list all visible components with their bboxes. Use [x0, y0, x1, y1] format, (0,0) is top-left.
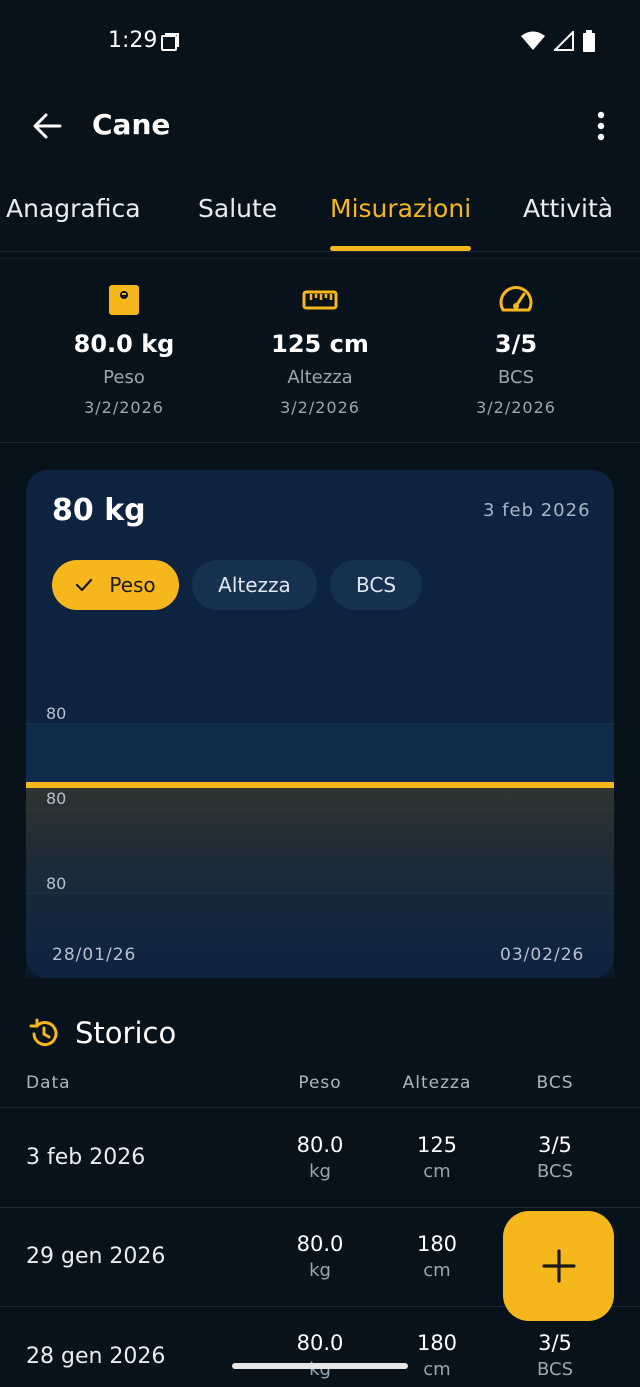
summary-divider — [0, 442, 640, 443]
row-weight: 80.0 kg — [260, 1133, 380, 1182]
row-height: 125 cm — [377, 1133, 497, 1182]
history-title: Storico — [75, 1016, 177, 1050]
chip-peso[interactable]: Peso — [52, 560, 179, 610]
row-bcs-unit: BCS — [536, 1161, 574, 1182]
tabs-divider — [0, 251, 640, 252]
scale-icon — [106, 282, 142, 318]
row-weight: 80.0 kg — [260, 1232, 380, 1281]
summary-weight-label: Peso — [103, 367, 145, 388]
row-height-value: 125 — [416, 1133, 458, 1157]
y-tick-label: 80 — [46, 789, 67, 808]
chip-altezza[interactable]: Altezza — [192, 560, 317, 610]
chart-upper-band — [26, 724, 614, 785]
more-vert-icon — [597, 111, 605, 141]
chip-peso-label: Peso — [109, 573, 156, 597]
row-bcs: 3/5 BCS — [495, 1133, 615, 1182]
chip-altezza-label: Altezza — [218, 573, 291, 597]
check-icon — [76, 578, 93, 592]
row-weight-value: 80.0 — [296, 1331, 344, 1355]
row-bcs-unit: BCS — [536, 1359, 574, 1380]
add-measurement-button[interactable] — [503, 1211, 614, 1321]
screen-record-icon — [160, 32, 180, 52]
tab-anagrafica[interactable]: Anagrafica — [6, 194, 141, 223]
row-date: 29 gen 2026 — [26, 1244, 166, 1269]
tab-misurazioni[interactable]: Misurazioni — [330, 194, 471, 223]
summary-height-date: 3/2/2026 — [280, 398, 360, 417]
col-header-weight: Peso — [298, 1073, 342, 1093]
row-height-unit: cm — [423, 1260, 451, 1281]
row-date: 28 gen 2026 — [26, 1344, 166, 1369]
row-bcs: 3/5 BCS — [495, 1331, 615, 1380]
status-icons — [520, 29, 596, 56]
row-weight-value: 80.0 — [296, 1133, 344, 1157]
tab-salute[interactable]: Salute — [198, 194, 277, 223]
page-title: Cane — [92, 108, 171, 141]
chip-bcs-label: BCS — [355, 573, 397, 597]
summary-weight-value: 80.0 kg — [73, 330, 175, 358]
row-weight-unit: kg — [309, 1260, 331, 1281]
row-weight-value: 80.0 — [296, 1232, 344, 1256]
wifi-icon — [520, 31, 546, 55]
row-height: 180 cm — [377, 1331, 497, 1380]
row-date: 3 feb 2026 — [26, 1145, 146, 1170]
status-time: 1:29 — [108, 28, 158, 53]
battery-icon — [582, 30, 596, 56]
more-options-button[interactable] — [588, 110, 614, 144]
arrow-left-icon — [33, 113, 62, 139]
row-height-value: 180 — [416, 1331, 458, 1355]
plus-icon — [541, 1249, 576, 1283]
row-bcs-value: 3/5 — [538, 1331, 572, 1355]
summary-height-value: 125 cm — [271, 330, 369, 358]
summary-bcs-value: 3/5 — [494, 330, 538, 358]
col-header-bcs: BCS — [536, 1073, 574, 1093]
weight-chart — [26, 640, 614, 978]
chart-current-date: 3 feb 2026 — [483, 500, 591, 521]
summary-height-label: Altezza — [287, 367, 353, 388]
row-height-unit: cm — [423, 1161, 451, 1182]
row-weight-unit: kg — [309, 1161, 331, 1182]
home-indicator[interactable] — [232, 1363, 408, 1369]
summary-bcs-date: 3/2/2026 — [476, 398, 556, 417]
chart-current-value: 80 kg — [52, 493, 146, 528]
col-header-date: Data — [26, 1073, 71, 1093]
summary-bcs-label: BCS — [497, 367, 535, 388]
row-bcs-value: 3/5 — [538, 1133, 572, 1157]
row-height-value: 180 — [416, 1232, 458, 1256]
x-tick-label: 28/01/26 — [52, 945, 137, 965]
x-tick-label: 03/02/26 — [500, 945, 585, 965]
row-weight: 80.0 kg — [260, 1331, 380, 1380]
tab-attivita[interactable]: Attività — [523, 194, 613, 223]
col-header-height: Altezza — [402, 1073, 472, 1093]
back-button[interactable] — [30, 108, 66, 144]
gauge-icon — [498, 282, 534, 318]
summary-weight-date: 3/2/2026 — [84, 398, 164, 417]
chip-bcs[interactable]: BCS — [330, 560, 422, 610]
history-icon — [28, 1018, 60, 1050]
ruler-icon — [302, 282, 338, 318]
tabs-divider — [0, 258, 640, 259]
signal-icon — [552, 29, 574, 55]
y-tick-label: 80 — [46, 874, 67, 893]
row-height: 180 cm — [377, 1232, 497, 1281]
y-tick-label: 80 — [46, 704, 67, 723]
